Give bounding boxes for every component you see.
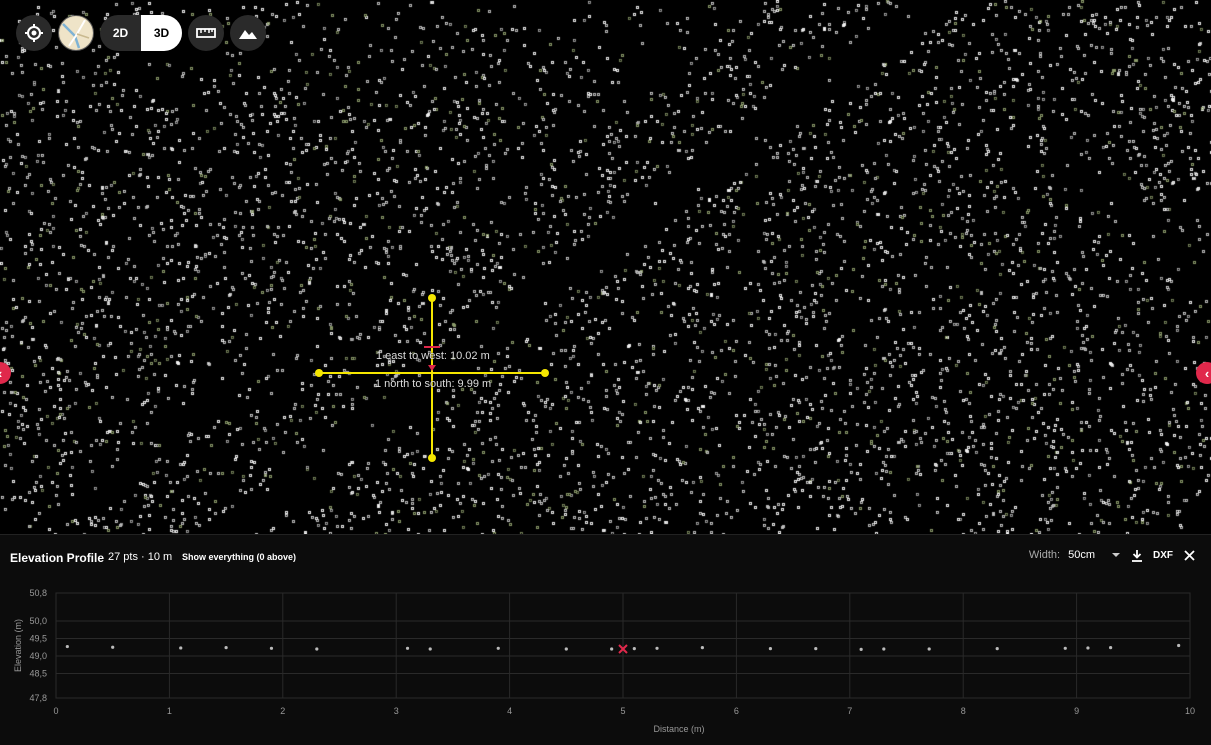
profile-point	[655, 646, 659, 650]
profile-point	[859, 647, 863, 651]
profile-cursor-arrow	[428, 365, 436, 371]
panel-title: Elevation Profile	[10, 551, 105, 565]
show-everything-toggle[interactable]: Show everything (0 above)	[182, 552, 296, 562]
download-icon	[1132, 549, 1142, 562]
measure-handle-south	[428, 454, 436, 462]
map-thumbnail-icon	[60, 17, 92, 49]
y-tick-label: 48,5	[29, 669, 47, 679]
mountain-icon	[239, 30, 257, 39]
mode-3d-button[interactable]: 3D	[141, 15, 182, 51]
profile-point	[564, 647, 568, 651]
dxf-export-button[interactable]: DXF	[1153, 550, 1173, 561]
profile-point	[768, 647, 773, 651]
elevation-profile-chart[interactable]: 0 1 2 3 4 5 6 7 8 9 10 50,8 50,0 49,5 49,0 48,5 47,8 Dist…	[0, 535, 1211, 745]
profile-point	[1109, 646, 1113, 650]
measure-handle-north	[428, 294, 436, 302]
y-tick-label: 50,8	[29, 588, 47, 598]
locate-button[interactable]	[16, 15, 52, 51]
profile-point	[405, 646, 410, 650]
elevation-profile-button[interactable]	[230, 15, 266, 51]
panel-actions: Width: 50cm DXF	[1029, 547, 1197, 563]
x-tick-label: 2	[280, 706, 285, 716]
x-tick-label: 8	[961, 706, 966, 716]
profile-point	[496, 646, 500, 650]
profile-point	[814, 647, 818, 651]
profile-point	[632, 647, 636, 651]
profile-point	[995, 647, 999, 651]
x-tick-label: 1	[167, 706, 172, 716]
x-tick-label: 6	[734, 706, 739, 716]
profile-point	[269, 646, 274, 650]
measure-handle-west	[315, 369, 323, 377]
profile-point	[315, 647, 319, 651]
measure-label-ew: 1 east to west: 10.02 m	[376, 350, 490, 362]
width-value: 50cm	[1068, 549, 1095, 561]
chevron-down-icon	[1112, 553, 1120, 557]
close-icon	[1183, 549, 1195, 561]
profile-point	[1086, 646, 1090, 650]
profile-point	[700, 646, 704, 650]
y-tick-label: 47,8	[29, 693, 47, 703]
measure-label-ns: 1 north to south: 9.99 m	[375, 378, 492, 390]
point-cloud-viewport[interactable]: 1 east to west: 10.02 m 1 north to south…	[0, 0, 1211, 534]
close-panel-button[interactable]	[1181, 547, 1197, 563]
x-tick-label: 4	[507, 706, 512, 716]
measure-handle-east	[541, 369, 549, 377]
width-select[interactable]: 50cm	[1068, 549, 1121, 561]
profile-point	[882, 647, 886, 651]
profile-point	[1063, 646, 1067, 650]
ruler-icon	[196, 28, 216, 38]
x-tick-label: 9	[1074, 706, 1079, 716]
width-label: Width:	[1028, 549, 1061, 561]
profile-stats: 27 pts · 10 m	[108, 551, 173, 563]
viewer-toolbar: 2D 3D	[16, 15, 266, 51]
profile-point	[179, 646, 183, 650]
view-mode-toggle: 2D 3D	[100, 15, 182, 51]
profile-point	[610, 647, 614, 651]
y-tick-label: 50,0	[29, 616, 47, 626]
measure-button[interactable]	[188, 15, 224, 51]
measurement-overlay[interactable]	[0, 0, 1211, 534]
basemap-button[interactable]	[58, 15, 94, 51]
profile-point	[927, 647, 931, 651]
x-tick-label: 3	[394, 706, 399, 716]
right-panel-toggle[interactable]: ‹	[1196, 362, 1211, 384]
x-tick-label: 5	[620, 706, 625, 716]
y-tick-label: 49,0	[29, 651, 47, 661]
mode-2d-button[interactable]: 2D	[100, 15, 141, 51]
profile-point	[65, 644, 69, 649]
download-button[interactable]	[1129, 547, 1145, 563]
profile-point	[1177, 643, 1181, 648]
chevron-icon: ‹	[0, 366, 2, 381]
x-tick-label: 10	[1185, 706, 1195, 716]
chevron-left-icon: ‹	[1204, 365, 1210, 381]
x-axis-label: Distance (m)	[653, 724, 704, 734]
y-axis-label: Elevation (m)	[13, 619, 23, 672]
profile-point	[224, 646, 228, 650]
y-tick-label: 49,5	[29, 634, 47, 644]
x-tick-label: 0	[53, 706, 58, 716]
crosshair-target-icon	[25, 24, 43, 42]
x-tick-label: 7	[847, 706, 852, 716]
elevation-profile-panel: 0 1 2 3 4 5 6 7 8 9 10 50,8 50,0 49,5 49,0 48,5 47,8 Dist…	[0, 534, 1211, 745]
profile-point	[428, 647, 432, 651]
profile-point	[111, 645, 115, 649]
